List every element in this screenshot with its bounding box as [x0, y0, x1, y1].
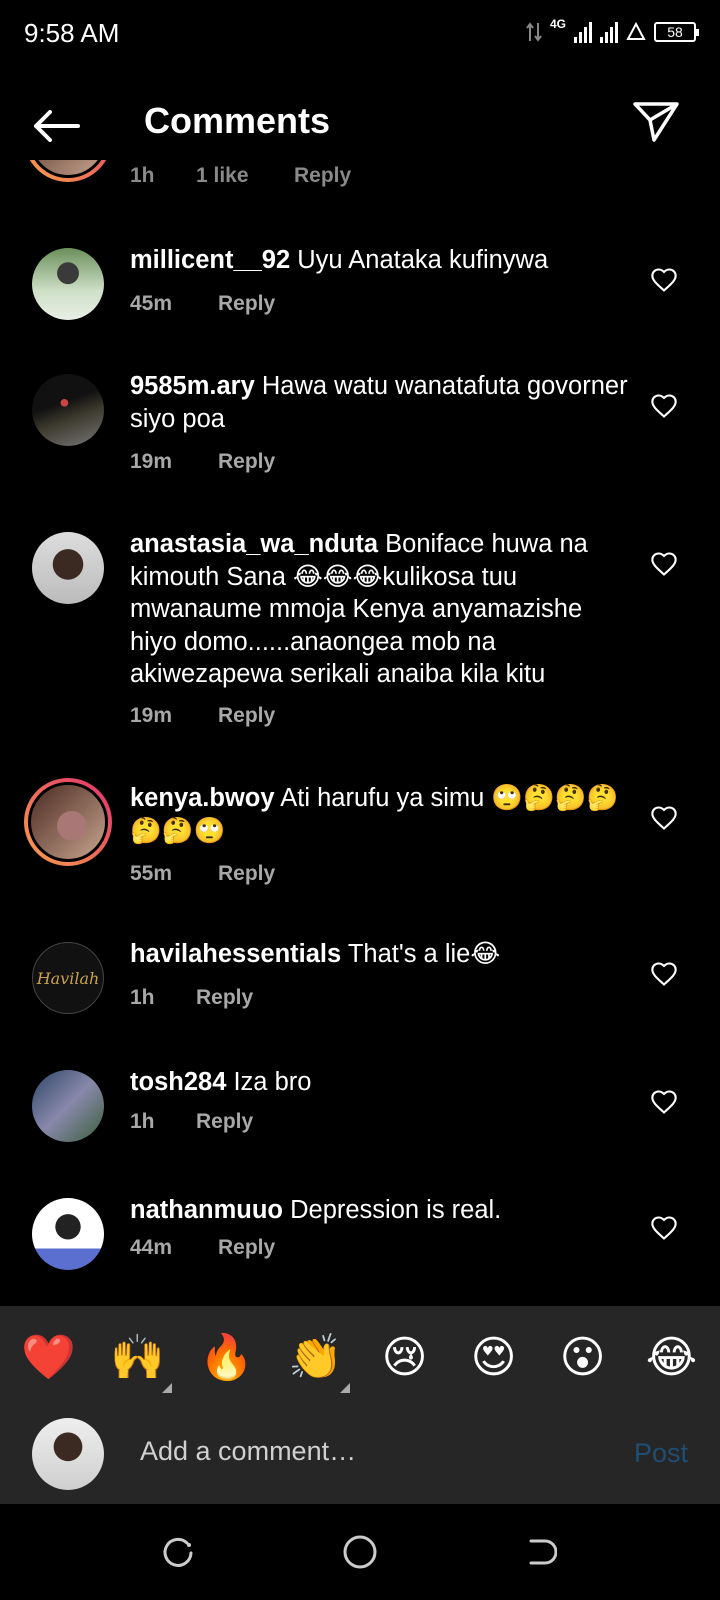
avatar[interactable]: [24, 160, 112, 182]
network-type: 4G: [549, 17, 566, 31]
reply-button[interactable]: Reply: [294, 164, 351, 188]
avatar-story-ring[interactable]: [24, 778, 112, 866]
comment-text: That's a lie😂: [347, 940, 501, 968]
page-title: Comments: [144, 100, 331, 141]
emoji-clap-button[interactable]: 👏: [276, 1331, 356, 1393]
skin-tone-indicator: [161, 1383, 172, 1393]
heart-outline-icon[interactable]: [650, 266, 678, 294]
reply-button[interactable]: Reply: [218, 704, 275, 728]
comment-text: Iza bro: [233, 1068, 312, 1096]
skin-tone-indicator: [339, 1383, 350, 1393]
like-count[interactable]: 1 like: [196, 164, 294, 188]
reply-button[interactable]: Reply: [196, 986, 253, 1010]
status-time: 9:58 AM: [24, 18, 120, 48]
comment-time: 19m: [130, 704, 173, 727]
comments-list[interactable]: 1h 1 like Reply millicent__92 Uyu Anatak…: [0, 160, 720, 1306]
recent-apps-icon: [163, 1537, 193, 1567]
header: Comments: [0, 80, 720, 170]
post-button[interactable]: Post: [634, 1438, 688, 1469]
emoji-quick-bar: ❤️ 🙌 🔥 👏 😢 😍 😮 😂: [0, 1306, 720, 1408]
comment-time: 1h: [130, 164, 155, 187]
heart-outline-icon[interactable]: [650, 550, 678, 578]
share-button[interactable]: [628, 94, 684, 150]
signal-icon: [574, 21, 592, 43]
comment-time: 44m: [130, 1236, 173, 1259]
comment-username[interactable]: nathanmuuo: [130, 1196, 283, 1224]
heart-outline-icon[interactable]: [650, 960, 678, 988]
avatar-logo-text: Havilah: [36, 968, 100, 988]
back-nav-button[interactable]: [518, 1530, 562, 1574]
avatar[interactable]: [32, 248, 104, 320]
comment-time: 1h: [130, 986, 155, 1009]
heart-outline-icon[interactable]: [650, 1088, 678, 1116]
heart-outline-icon[interactable]: [650, 392, 678, 420]
home-button[interactable]: [338, 1530, 382, 1574]
comment-composer: Post: [0, 1408, 720, 1504]
avatar[interactable]: [32, 1198, 104, 1270]
comment-time: 1h: [130, 1110, 155, 1133]
comment-time: 45m: [130, 292, 173, 315]
status-icons: 4G 58: [526, 16, 699, 48]
comment-username[interactable]: 9585m.ary: [130, 372, 255, 400]
heart-outline-icon[interactable]: [650, 1214, 678, 1242]
emoji-glyph: 🙌: [110, 1333, 165, 1382]
battery-icon: 58: [654, 22, 699, 42]
recent-apps-button[interactable]: [156, 1530, 200, 1574]
back-button[interactable]: [28, 98, 84, 154]
reply-button[interactable]: Reply: [218, 450, 275, 474]
comment-time: 55m: [130, 862, 173, 885]
reply-button[interactable]: Reply: [218, 1236, 275, 1260]
avatar[interactable]: [32, 1070, 104, 1142]
data-transfer-icon: [526, 22, 542, 42]
reply-button[interactable]: Reply: [196, 1110, 253, 1134]
comment-time: 19m: [130, 450, 173, 473]
reply-button[interactable]: Reply: [218, 292, 275, 316]
emoji-laughing-button[interactable]: 😂: [632, 1332, 712, 1383]
home-circle-icon: [343, 1535, 377, 1569]
avatar[interactable]: [32, 532, 104, 604]
emoji-heart-button[interactable]: ❤️: [9, 1331, 89, 1383]
status-bar: 9:58 AM 4G 58: [0, 0, 720, 64]
avatar[interactable]: Havilah: [32, 942, 104, 1014]
comment-text: Depression is real.: [290, 1196, 502, 1224]
system-nav-bar: [0, 1504, 720, 1600]
signal-icon-2: [600, 21, 618, 43]
back-arrow-icon: [34, 110, 80, 142]
comment-username[interactable]: havilahessentials: [130, 940, 341, 968]
avatar[interactable]: [32, 374, 104, 446]
paper-plane-icon: [633, 102, 679, 142]
emoji-glyph: 👏: [288, 1333, 343, 1382]
emoji-fire-button[interactable]: 🔥: [187, 1331, 267, 1383]
comment-text: Uyu Anataka kufinywa: [297, 246, 549, 274]
comment-username[interactable]: millicent__92: [130, 246, 290, 274]
comment-username[interactable]: anastasia_wa_nduta: [130, 530, 378, 558]
reply-button[interactable]: Reply: [218, 862, 275, 886]
warning-icon: [626, 22, 646, 40]
back-nav-icon: [529, 1539, 557, 1565]
heart-outline-icon[interactable]: [650, 804, 678, 832]
comment-username[interactable]: tosh284: [130, 1068, 226, 1096]
current-user-avatar: [32, 1418, 104, 1490]
comment-username[interactable]: kenya.bwoy: [130, 784, 275, 812]
emoji-heart-eyes-button[interactable]: 😍: [454, 1332, 534, 1383]
emoji-surprised-button[interactable]: 😮: [543, 1332, 623, 1383]
emoji-crying-button[interactable]: 😢: [365, 1332, 445, 1383]
comment-input[interactable]: [140, 1436, 580, 1467]
emoji-raised-hands-button[interactable]: 🙌: [98, 1331, 178, 1393]
